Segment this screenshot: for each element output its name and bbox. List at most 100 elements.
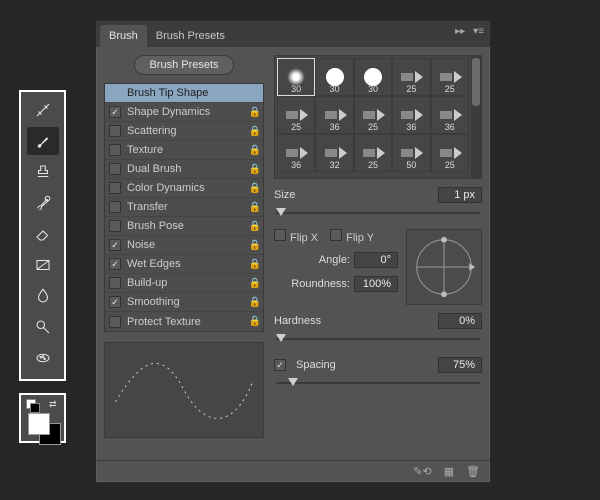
brush-tip-size: 36 xyxy=(330,122,340,132)
brush-tip[interactable]: 36 xyxy=(315,96,353,134)
brush-tip-size: 25 xyxy=(368,122,378,132)
settings-row-brush-pose[interactable]: Brush Pose🔒 xyxy=(105,217,263,236)
spacing-slider[interactable] xyxy=(276,377,480,389)
lock-icon[interactable]: 🔒 xyxy=(247,278,263,289)
brush-tip-size: 36 xyxy=(445,122,455,132)
tool-eraser[interactable] xyxy=(27,220,59,248)
angle-widget[interactable] xyxy=(406,229,482,305)
settings-checkbox[interactable]: ✓ xyxy=(109,239,121,251)
settings-label: Color Dynamics xyxy=(127,182,247,194)
brush-tip-size: 30 xyxy=(291,84,301,94)
size-value[interactable]: 1 px xyxy=(438,187,482,203)
lock-icon[interactable]: 🔒 xyxy=(247,107,263,118)
tool-dodge[interactable] xyxy=(27,313,59,341)
settings-checkbox[interactable] xyxy=(109,201,121,213)
settings-label: Transfer xyxy=(127,201,247,213)
tool-gradient[interactable] xyxy=(27,251,59,279)
lock-icon[interactable]: 🔒 xyxy=(247,259,263,270)
tool-stamp[interactable] xyxy=(27,158,59,186)
settings-row-shape-dynamics[interactable]: ✓ Shape Dynamics🔒 xyxy=(105,103,263,122)
brush-tip-size: 25 xyxy=(445,160,455,170)
brush-tip[interactable]: 30 xyxy=(354,58,392,96)
settings-checkbox[interactable] xyxy=(109,125,121,137)
foreground-swatch[interactable] xyxy=(28,413,50,435)
swap-colors-icon[interactable]: ⇄ xyxy=(49,399,59,409)
spacing-value[interactable]: 75% xyxy=(438,357,482,373)
lock-icon[interactable]: 🔒 xyxy=(247,316,263,327)
brush-tip[interactable]: 32 xyxy=(315,134,353,172)
brush-tip[interactable]: 36 xyxy=(431,96,469,134)
brush-presets-button[interactable]: Brush Presets xyxy=(134,55,233,75)
size-slider[interactable] xyxy=(276,207,480,219)
brush-tip[interactable]: 36 xyxy=(277,134,315,172)
brush-tip[interactable]: 25 xyxy=(431,58,469,96)
settings-row-color-dynamics[interactable]: Color Dynamics🔒 xyxy=(105,179,263,198)
flip-x-checkbox[interactable]: Flip X xyxy=(274,229,318,244)
delete-brush-icon[interactable]: 🗑 xyxy=(466,465,480,478)
lock-icon[interactable]: 🔒 xyxy=(247,164,263,175)
settings-row-transfer[interactable]: Transfer🔒 xyxy=(105,198,263,217)
brush-tip[interactable]: 30 xyxy=(315,58,353,96)
tip-grid-scrollbar[interactable] xyxy=(471,56,481,178)
lock-icon[interactable]: 🔒 xyxy=(247,297,263,308)
settings-checkbox[interactable]: ✓ xyxy=(109,258,121,270)
tab-brush-presets[interactable]: Brush Presets xyxy=(147,25,234,47)
new-brush-icon[interactable]: ▦ xyxy=(444,465,454,478)
settings-label: Shape Dynamics xyxy=(127,106,247,118)
settings-row-wet-edges[interactable]: ✓Wet Edges🔒 xyxy=(105,255,263,274)
tab-brush[interactable]: Brush xyxy=(100,25,147,47)
settings-row-texture[interactable]: Texture🔒 xyxy=(105,141,263,160)
brush-tip-size: 25 xyxy=(445,84,455,94)
brush-tip[interactable]: 36 xyxy=(392,96,430,134)
lock-icon[interactable]: 🔒 xyxy=(247,202,263,213)
angle-value[interactable]: 0° xyxy=(354,252,398,268)
settings-checkbox[interactable] xyxy=(109,220,121,232)
brush-tip[interactable]: 25 xyxy=(277,96,315,134)
settings-checkbox[interactable] xyxy=(109,144,121,156)
tool-sponge[interactable] xyxy=(27,344,59,372)
brush-tip[interactable]: 25 xyxy=(354,96,392,134)
brush-panel: Brush Brush Presets ▸▸ ▾≡ Brush Presets … xyxy=(95,20,491,483)
settings-row-protect-texture[interactable]: Protect Texture🔒 xyxy=(105,312,263,331)
settings-checkbox[interactable]: ✓ xyxy=(109,106,121,118)
panel-menu-icon[interactable]: ▾≡ xyxy=(473,26,484,37)
spacing-checkbox[interactable]: ✓ xyxy=(274,359,290,372)
tool-history-brush[interactable] xyxy=(27,189,59,217)
settings-checkbox[interactable] xyxy=(109,316,121,328)
settings-checkbox[interactable] xyxy=(109,277,121,289)
toggle-live-preview-icon[interactable]: ✎⟲ xyxy=(413,465,431,478)
settings-checkbox[interactable] xyxy=(109,163,121,175)
settings-checkbox[interactable]: ✓ xyxy=(109,296,121,308)
lock-icon[interactable]: 🔒 xyxy=(247,221,263,232)
brush-tip[interactable]: 25 xyxy=(431,134,469,172)
brush-tip-size: 25 xyxy=(291,122,301,132)
brush-tip[interactable]: 50 xyxy=(392,134,430,172)
lock-icon[interactable]: 🔒 xyxy=(247,240,263,251)
brush-tip[interactable]: 25 xyxy=(354,134,392,172)
settings-row-smoothing[interactable]: ✓Smoothing🔒 xyxy=(105,293,263,312)
tool-brush[interactable] xyxy=(27,127,59,155)
settings-row-noise[interactable]: ✓Noise🔒 xyxy=(105,236,263,255)
lock-icon[interactable]: 🔒 xyxy=(247,145,263,156)
tool-healing[interactable] xyxy=(27,96,59,124)
panel-footer: ✎⟲ ▦ 🗑 xyxy=(96,460,490,482)
settings-row-brush-tip-shape[interactable]: Brush Tip Shape xyxy=(105,84,263,103)
settings-row-build-up[interactable]: Build-up🔒 xyxy=(105,274,263,293)
settings-row-scattering[interactable]: Scattering🔒 xyxy=(105,122,263,141)
brush-tip[interactable]: 30 xyxy=(277,58,315,96)
lock-icon[interactable]: 🔒 xyxy=(247,126,263,137)
settings-checkbox[interactable] xyxy=(109,182,121,194)
size-label: Size xyxy=(274,189,295,201)
tool-blur[interactable] xyxy=(27,282,59,310)
hardness-slider[interactable] xyxy=(276,333,480,345)
lock-icon[interactable]: 🔒 xyxy=(247,183,263,194)
flip-x-label: Flip X xyxy=(290,232,318,244)
panel-collapse-icon[interactable]: ▸▸ xyxy=(455,26,465,37)
flip-y-checkbox[interactable]: Flip Y xyxy=(330,229,374,244)
hardness-value[interactable]: 0% xyxy=(438,313,482,329)
settings-row-dual-brush[interactable]: Dual Brush🔒 xyxy=(105,160,263,179)
default-colors-icon[interactable] xyxy=(26,399,38,409)
panel-tabs: Brush Brush Presets ▸▸ ▾≡ xyxy=(96,21,490,47)
brush-tip[interactable]: 25 xyxy=(392,58,430,96)
roundness-value[interactable]: 100% xyxy=(354,276,398,292)
